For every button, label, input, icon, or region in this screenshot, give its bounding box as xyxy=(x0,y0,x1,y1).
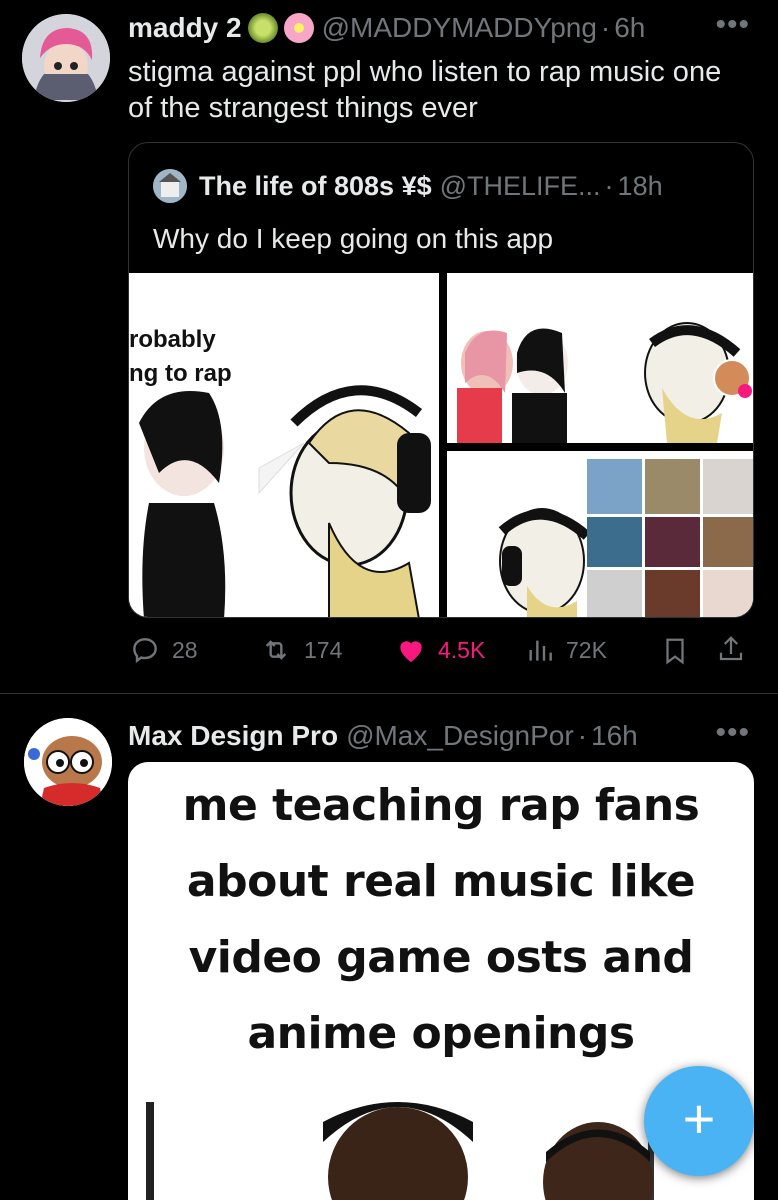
views-count: 72K xyxy=(566,636,607,663)
quoted-author-handle: @THELIFE... xyxy=(439,170,601,201)
repost-count: 174 xyxy=(304,636,343,663)
share-button[interactable] xyxy=(716,632,756,666)
views-icon xyxy=(529,640,552,661)
author-name[interactable]: Max Design Pro xyxy=(128,720,338,752)
meme-caption: me teaching rap fans about real music li… xyxy=(128,768,754,1072)
meme-line-1: me teaching rap fans xyxy=(182,780,700,831)
like-button[interactable]: 4.5K xyxy=(394,634,485,666)
separator-dot: · xyxy=(600,12,611,43)
reply-icon xyxy=(133,638,157,664)
media-caption-line-1: robably xyxy=(129,326,216,353)
reply-count: 28 xyxy=(172,636,198,663)
share-icon xyxy=(719,636,743,661)
meme-line-4: anime openings xyxy=(247,1008,635,1059)
quoted-author-name: The life of 808s ¥$ xyxy=(199,170,432,201)
reply-button[interactable]: 28 xyxy=(128,634,198,666)
flower-icon xyxy=(283,13,314,43)
media-caption: robably ng to rap xyxy=(129,323,232,391)
avatar[interactable] xyxy=(22,14,110,102)
more-options-icon[interactable]: ••• xyxy=(715,716,750,750)
meme-line-2: about real music like xyxy=(186,856,696,907)
quoted-tweet[interactable]: The life of 808s ¥$ @THELIFE... · 18h Wh… xyxy=(128,142,754,618)
repost-icon xyxy=(265,640,287,660)
media-caption-line-2: ng to rap xyxy=(129,360,232,387)
bookmark-icon xyxy=(666,638,684,665)
avatar[interactable] xyxy=(24,718,112,806)
heart-icon xyxy=(400,641,422,662)
quoted-tweet-text: Why do I keep going on this app xyxy=(153,223,554,254)
collage-divider-horizontal xyxy=(447,443,753,451)
bookmark-button[interactable] xyxy=(660,634,700,668)
author-name[interactable]: maddy 2 xyxy=(128,12,242,44)
like-count: 4.5K xyxy=(438,636,486,663)
plus-icon: + xyxy=(682,1087,716,1150)
meme-line-3: video game osts and xyxy=(188,932,694,983)
timestamp[interactable]: 6h xyxy=(614,12,645,44)
repost-button[interactable]: 174 xyxy=(258,634,342,666)
quoted-media-collage[interactable]: robably ng to rap xyxy=(129,273,753,617)
more-options-icon[interactable]: ••• xyxy=(715,8,750,42)
quoted-avatar xyxy=(153,169,187,203)
separator-dot: · xyxy=(577,720,588,751)
tweet-action-bar: 28 174 4.5K 72K xyxy=(128,632,758,672)
timestamp[interactable]: 16h xyxy=(591,720,638,752)
views-button[interactable]: 72K xyxy=(524,634,607,666)
tweet-text-line-2: of the strangest things ever xyxy=(128,92,478,124)
tweet-1[interactable]: maddy 2 @MADDYMADDYpng · 6h ••• stigma a… xyxy=(0,0,778,693)
tweet-text-line-1: stigma against ppl who listen to rap mus… xyxy=(128,56,722,88)
kiwi-icon xyxy=(247,13,278,43)
collage-divider-vertical xyxy=(439,273,447,617)
separator-dot: · xyxy=(604,170,614,201)
quoted-timestamp: 18h xyxy=(617,170,663,201)
author-handle[interactable]: @MADDYMADDYpng xyxy=(322,12,597,44)
author-handle[interactable]: @Max_DesignPor xyxy=(346,720,574,752)
compose-button[interactable]: + xyxy=(644,1066,754,1176)
